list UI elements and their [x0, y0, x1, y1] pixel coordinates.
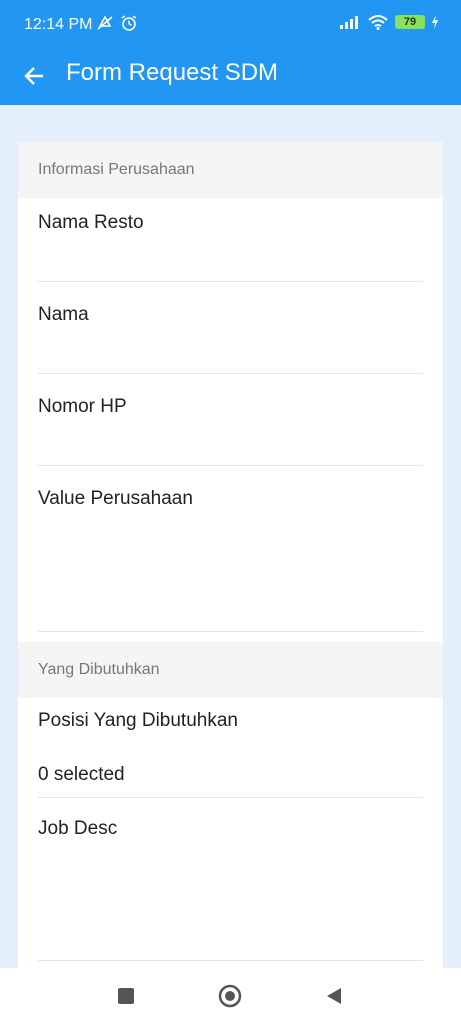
signal-icon: [340, 16, 358, 29]
charging-icon: [432, 15, 438, 29]
nama-field[interactable]: Nama: [18, 282, 443, 374]
page-title: Form Request SDM: [66, 59, 279, 86]
nama-label: Nama: [38, 304, 89, 325]
nomor-hp-label: Nomor HP: [38, 396, 127, 417]
job-desc-label: Job Desc: [38, 818, 118, 839]
nama-resto-field[interactable]: Nama Resto: [18, 198, 443, 282]
arrow-left-icon: [24, 67, 43, 85]
nav-home-button[interactable]: [218, 984, 242, 1008]
value-perusahaan-field[interactable]: Value Perusahaan: [18, 466, 443, 632]
posisi-selected-value: 0 selected: [38, 764, 125, 785]
section-header-company: Informasi Perusahaan: [18, 142, 443, 198]
status-icons-right: 79: [339, 14, 439, 30]
nav-back-button[interactable]: [322, 984, 346, 1008]
nama-resto-label: Nama Resto: [38, 212, 144, 233]
job-desc-field[interactable]: Job Desc: [18, 798, 443, 960]
alarm-icon: [121, 15, 137, 31]
system-nav-bar: [0, 968, 461, 1024]
circle-icon: [218, 984, 242, 1008]
status-icons-left: [96, 14, 138, 32]
form-card: Informasi Perusahaan Nama Resto Nama Nom…: [18, 142, 443, 968]
posisi-label: Posisi Yang Dibutuhkan: [38, 710, 238, 731]
battery-level: 79: [395, 15, 425, 29]
nav-recent-button[interactable]: [114, 984, 138, 1008]
status-time: 12:14 PM: [24, 16, 93, 33]
wifi-icon: [368, 15, 388, 30]
nomor-hp-field[interactable]: Nomor HP: [18, 374, 443, 466]
mute-notification-icon: [97, 15, 113, 30]
value-perusahaan-label: Value Perusahaan: [38, 488, 193, 509]
section-header-needs: Yang Dibutuhkan: [18, 642, 443, 698]
divider: [38, 960, 423, 961]
back-button[interactable]: [18, 60, 50, 92]
square-icon: [118, 988, 134, 1004]
posisi-field[interactable]: Posisi Yang Dibutuhkan 0 selected: [18, 698, 443, 798]
app-bar: Form Request SDM: [0, 50, 461, 105]
triangle-left-icon: [327, 988, 341, 1004]
status-bar: 12:14 PM 79: [0, 0, 461, 50]
divider: [38, 631, 423, 632]
